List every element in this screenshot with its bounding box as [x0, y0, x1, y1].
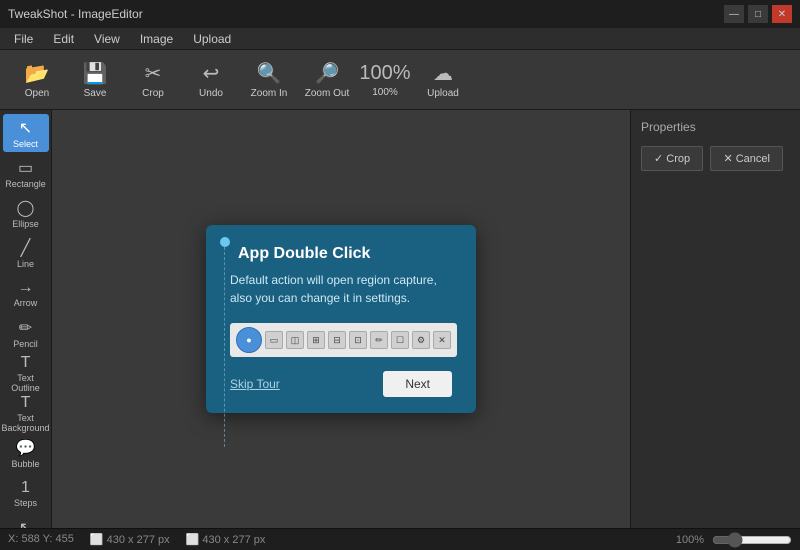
tour-mini-toolbar: ● ▭ ◫ ⊞ ⊟ ⊡ ✏ ☐ ⚙ ✕: [230, 323, 457, 357]
canvas-area: App Double Click Default action will ope…: [52, 110, 630, 528]
tool-btn-ellipse[interactable]: ◯Ellipse: [3, 194, 49, 232]
pencil-icon: ✏: [19, 318, 32, 338]
title-bar: TweakShot - ImageEditor — □ ✕: [0, 0, 800, 28]
toolbar-btn-crop[interactable]: ✂Crop: [126, 54, 180, 106]
menu-item-view[interactable]: View: [84, 30, 130, 48]
tool-btn-bubble[interactable]: 💬Bubble: [3, 434, 49, 472]
image-size-1: ⬜ 430 x 277 px: [90, 533, 170, 546]
mini-tool-7[interactable]: ☐: [391, 331, 409, 349]
zoom-level: 100%: [676, 534, 704, 546]
close-button[interactable]: ✕: [772, 5, 792, 23]
window-controls: — □ ✕: [724, 5, 792, 23]
toolbar: 📂Open💾Save✂Crop↩Undo🔍Zoom In🔎Zoom Out100…: [0, 50, 800, 110]
left-sidebar: ↖Select▭Rectangle◯Ellipse╱Line→Arrow✏Pen…: [0, 110, 52, 528]
toolbar-btn-undo[interactable]: ↩Undo: [184, 54, 238, 106]
tool-btn-text_bg[interactable]: TText Background: [3, 394, 49, 432]
mini-tool-5[interactable]: ⊡: [349, 331, 367, 349]
toolbar-btn-save[interactable]: 💾Save: [68, 54, 122, 106]
mini-tool-1[interactable]: ▭: [265, 331, 283, 349]
arrow-icon: →: [18, 279, 34, 297]
mini-tool-4[interactable]: ⊟: [328, 331, 346, 349]
menu-item-edit[interactable]: Edit: [43, 30, 84, 48]
undo-icon: ↩: [203, 61, 220, 86]
crop-icon: ✂: [145, 61, 162, 86]
image-icon-1: ⬜: [90, 534, 104, 546]
toolbar-btn-zoom_in[interactable]: 🔍Zoom In: [242, 54, 296, 106]
select-icon: ↖: [19, 118, 32, 138]
mini-tool-active[interactable]: ●: [236, 327, 262, 353]
next-button[interactable]: Next: [383, 371, 452, 397]
cancel-button[interactable]: ✕ Cancel: [710, 146, 783, 171]
bubble-icon: 💬: [16, 438, 36, 458]
upload-icon: ☁: [433, 61, 453, 86]
text_bg-icon: T: [21, 394, 31, 412]
mini-tool-8[interactable]: ⚙: [412, 331, 430, 349]
cursor-icon: ↖: [19, 518, 32, 529]
image-icon-2: ⬜: [186, 534, 200, 546]
tool-btn-text_outline[interactable]: TText Outline: [3, 354, 49, 392]
mini-tool-2[interactable]: ◫: [286, 331, 304, 349]
tool-btn-pencil[interactable]: ✏Pencil: [3, 314, 49, 352]
tool-btn-select[interactable]: ↖Select: [3, 114, 49, 152]
tool-btn-cursor[interactable]: ↖Cursor: [3, 514, 49, 528]
tour-dot-indicator: [220, 237, 230, 247]
maximize-button[interactable]: □: [748, 5, 768, 23]
skip-tour-button[interactable]: Skip Tour: [230, 377, 280, 391]
toolbar-btn-zoom_out[interactable]: 🔎Zoom Out: [300, 54, 354, 106]
tour-dialog: App Double Click Default action will ope…: [206, 225, 476, 413]
menu-bar: FileEditViewImageUpload: [0, 28, 800, 50]
mini-tool-6[interactable]: ✏: [370, 331, 388, 349]
ellipse-icon: ◯: [17, 198, 35, 218]
tour-dashed-line: [224, 247, 225, 447]
minimize-button[interactable]: —: [724, 5, 744, 23]
menu-item-upload[interactable]: Upload: [183, 30, 241, 48]
zoom_100-icon: 100%: [359, 62, 410, 85]
steps-icon: 1: [21, 479, 30, 497]
crop-button[interactable]: ✓ Crop: [641, 146, 703, 171]
status-bar: X: 588 Y: 455 ⬜ 430 x 277 px ⬜ 430 x 277…: [0, 528, 800, 550]
zoom-slider[interactable]: [712, 532, 792, 548]
toolbar-btn-open[interactable]: 📂Open: [10, 54, 64, 106]
save-icon: 💾: [83, 61, 108, 86]
text_outline-icon: T: [21, 354, 31, 372]
rectangle-icon: ▭: [18, 158, 33, 178]
open-icon: 📂: [25, 61, 50, 86]
menu-item-image[interactable]: Image: [130, 30, 183, 48]
mini-tool-9[interactable]: ✕: [433, 331, 451, 349]
tool-btn-steps[interactable]: 1Steps: [3, 474, 49, 512]
tool-btn-rectangle[interactable]: ▭Rectangle: [3, 154, 49, 192]
status-right: 100%: [676, 532, 792, 548]
zoom_in-icon: 🔍: [257, 61, 282, 86]
mini-tool-3[interactable]: ⊞: [307, 331, 325, 349]
main-layout: ↖Select▭Rectangle◯Ellipse╱Line→Arrow✏Pen…: [0, 110, 800, 528]
tour-footer: Skip Tour Next: [230, 371, 452, 397]
tool-btn-line[interactable]: ╱Line: [3, 234, 49, 272]
line-icon: ╱: [21, 238, 31, 258]
status-left: X: 588 Y: 455 ⬜ 430 x 277 px ⬜ 430 x 277…: [8, 533, 265, 546]
window-title: TweakShot - ImageEditor: [8, 7, 143, 21]
menu-item-file[interactable]: File: [4, 30, 43, 48]
zoom_out-icon: 🔎: [315, 61, 340, 86]
cursor-coords: X: 588 Y: 455: [8, 533, 74, 546]
image-size-2: ⬜ 430 x 277 px: [186, 533, 266, 546]
tool-btn-arrow[interactable]: →Arrow: [3, 274, 49, 312]
properties-panel: Properties ✓ Crop ✕ Cancel: [630, 110, 800, 528]
tour-body: Default action will open region capture,…: [230, 271, 452, 307]
properties-title: Properties: [641, 120, 790, 134]
tour-title: App Double Click: [230, 245, 452, 263]
toolbar-btn-upload[interactable]: ☁Upload: [416, 54, 470, 106]
toolbar-btn-zoom_100[interactable]: 100%100%: [358, 54, 412, 106]
